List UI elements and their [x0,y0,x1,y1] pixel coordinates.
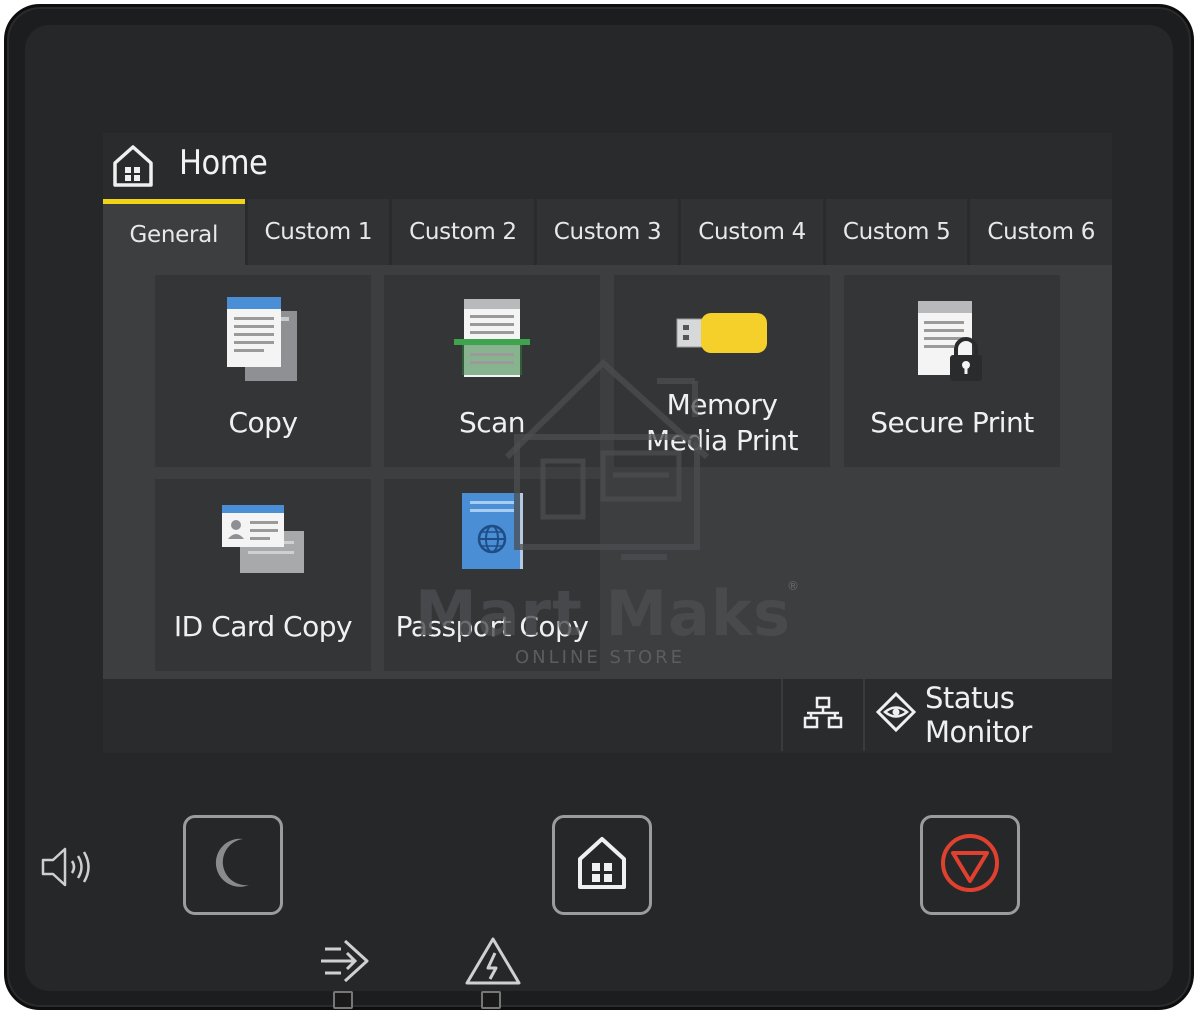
id-card-icon [220,503,306,579]
copy-icon [225,295,301,389]
tab-custom-2[interactable]: Custom 2 [392,199,534,265]
tab-general[interactable]: General [103,199,245,265]
tab-custom-1[interactable]: Custom 1 [247,199,390,265]
memory-label-line1: Memory [666,388,778,421]
secure-print-tile[interactable]: Secure Print [844,275,1060,467]
tab-custom-6[interactable]: Custom 6 [970,199,1113,265]
home-icon [574,835,630,895]
screen-header: Home [103,133,503,205]
memory-label-line2: Media Print [646,424,798,457]
passport-icon [460,491,524,575]
network-icon [803,696,843,734]
copy-tile[interactable]: Copy [155,275,371,467]
speaker-icon [39,845,95,889]
secure-print-icon [914,299,990,389]
home-header-icon [111,143,153,187]
scan-label: Scan [458,406,526,439]
warning-icon [463,935,523,987]
moon-icon [209,835,257,895]
memory-media-print-tile[interactable]: Memory Media Print [614,275,830,467]
tab-custom-3[interactable]: Custom 3 [536,199,679,265]
screen-bottom-bar: Status Monitor [103,679,1112,751]
data-led [333,991,353,1009]
page-title: Home [179,143,268,183]
error-led [481,991,501,1009]
passport-copy-tile[interactable]: Passport Copy [384,479,600,671]
scan-icon [452,299,532,385]
status-monitor-button[interactable]: Status Monitor [863,679,1112,751]
tab-custom-4[interactable]: Custom 4 [681,199,823,265]
tab-custom-5[interactable]: Custom 5 [825,199,968,265]
eye-diamond-icon [865,691,925,740]
secure-print-label: Secure Print [870,406,1034,439]
network-button[interactable] [781,679,863,751]
id-card-copy-tile[interactable]: ID Card Copy [155,479,371,671]
data-in-icon [315,935,375,987]
function-panel: Copy Scan Memory Media Print Secure Prin… [103,265,1112,679]
passport-copy-label: Passport Copy [395,610,589,643]
tab-bar: General Custom 1 Custom 2 Custom 3 Custo… [103,199,1113,265]
home-button[interactable] [552,815,652,915]
copy-label: Copy [228,406,298,439]
sleep-button[interactable] [183,815,283,915]
printer-control-panel: Home General Custom 1 Custom 2 Custom 3 … [4,4,1194,1010]
id-card-copy-label: ID Card Copy [173,610,353,643]
stop-icon [938,831,1002,899]
status-monitor-label: Status Monitor [925,681,1032,749]
touch-screen: Home General Custom 1 Custom 2 Custom 3 … [103,133,1113,753]
scan-tile[interactable]: Scan [384,275,600,467]
stop-button[interactable] [920,815,1020,915]
usb-memory-icon [675,311,769,359]
